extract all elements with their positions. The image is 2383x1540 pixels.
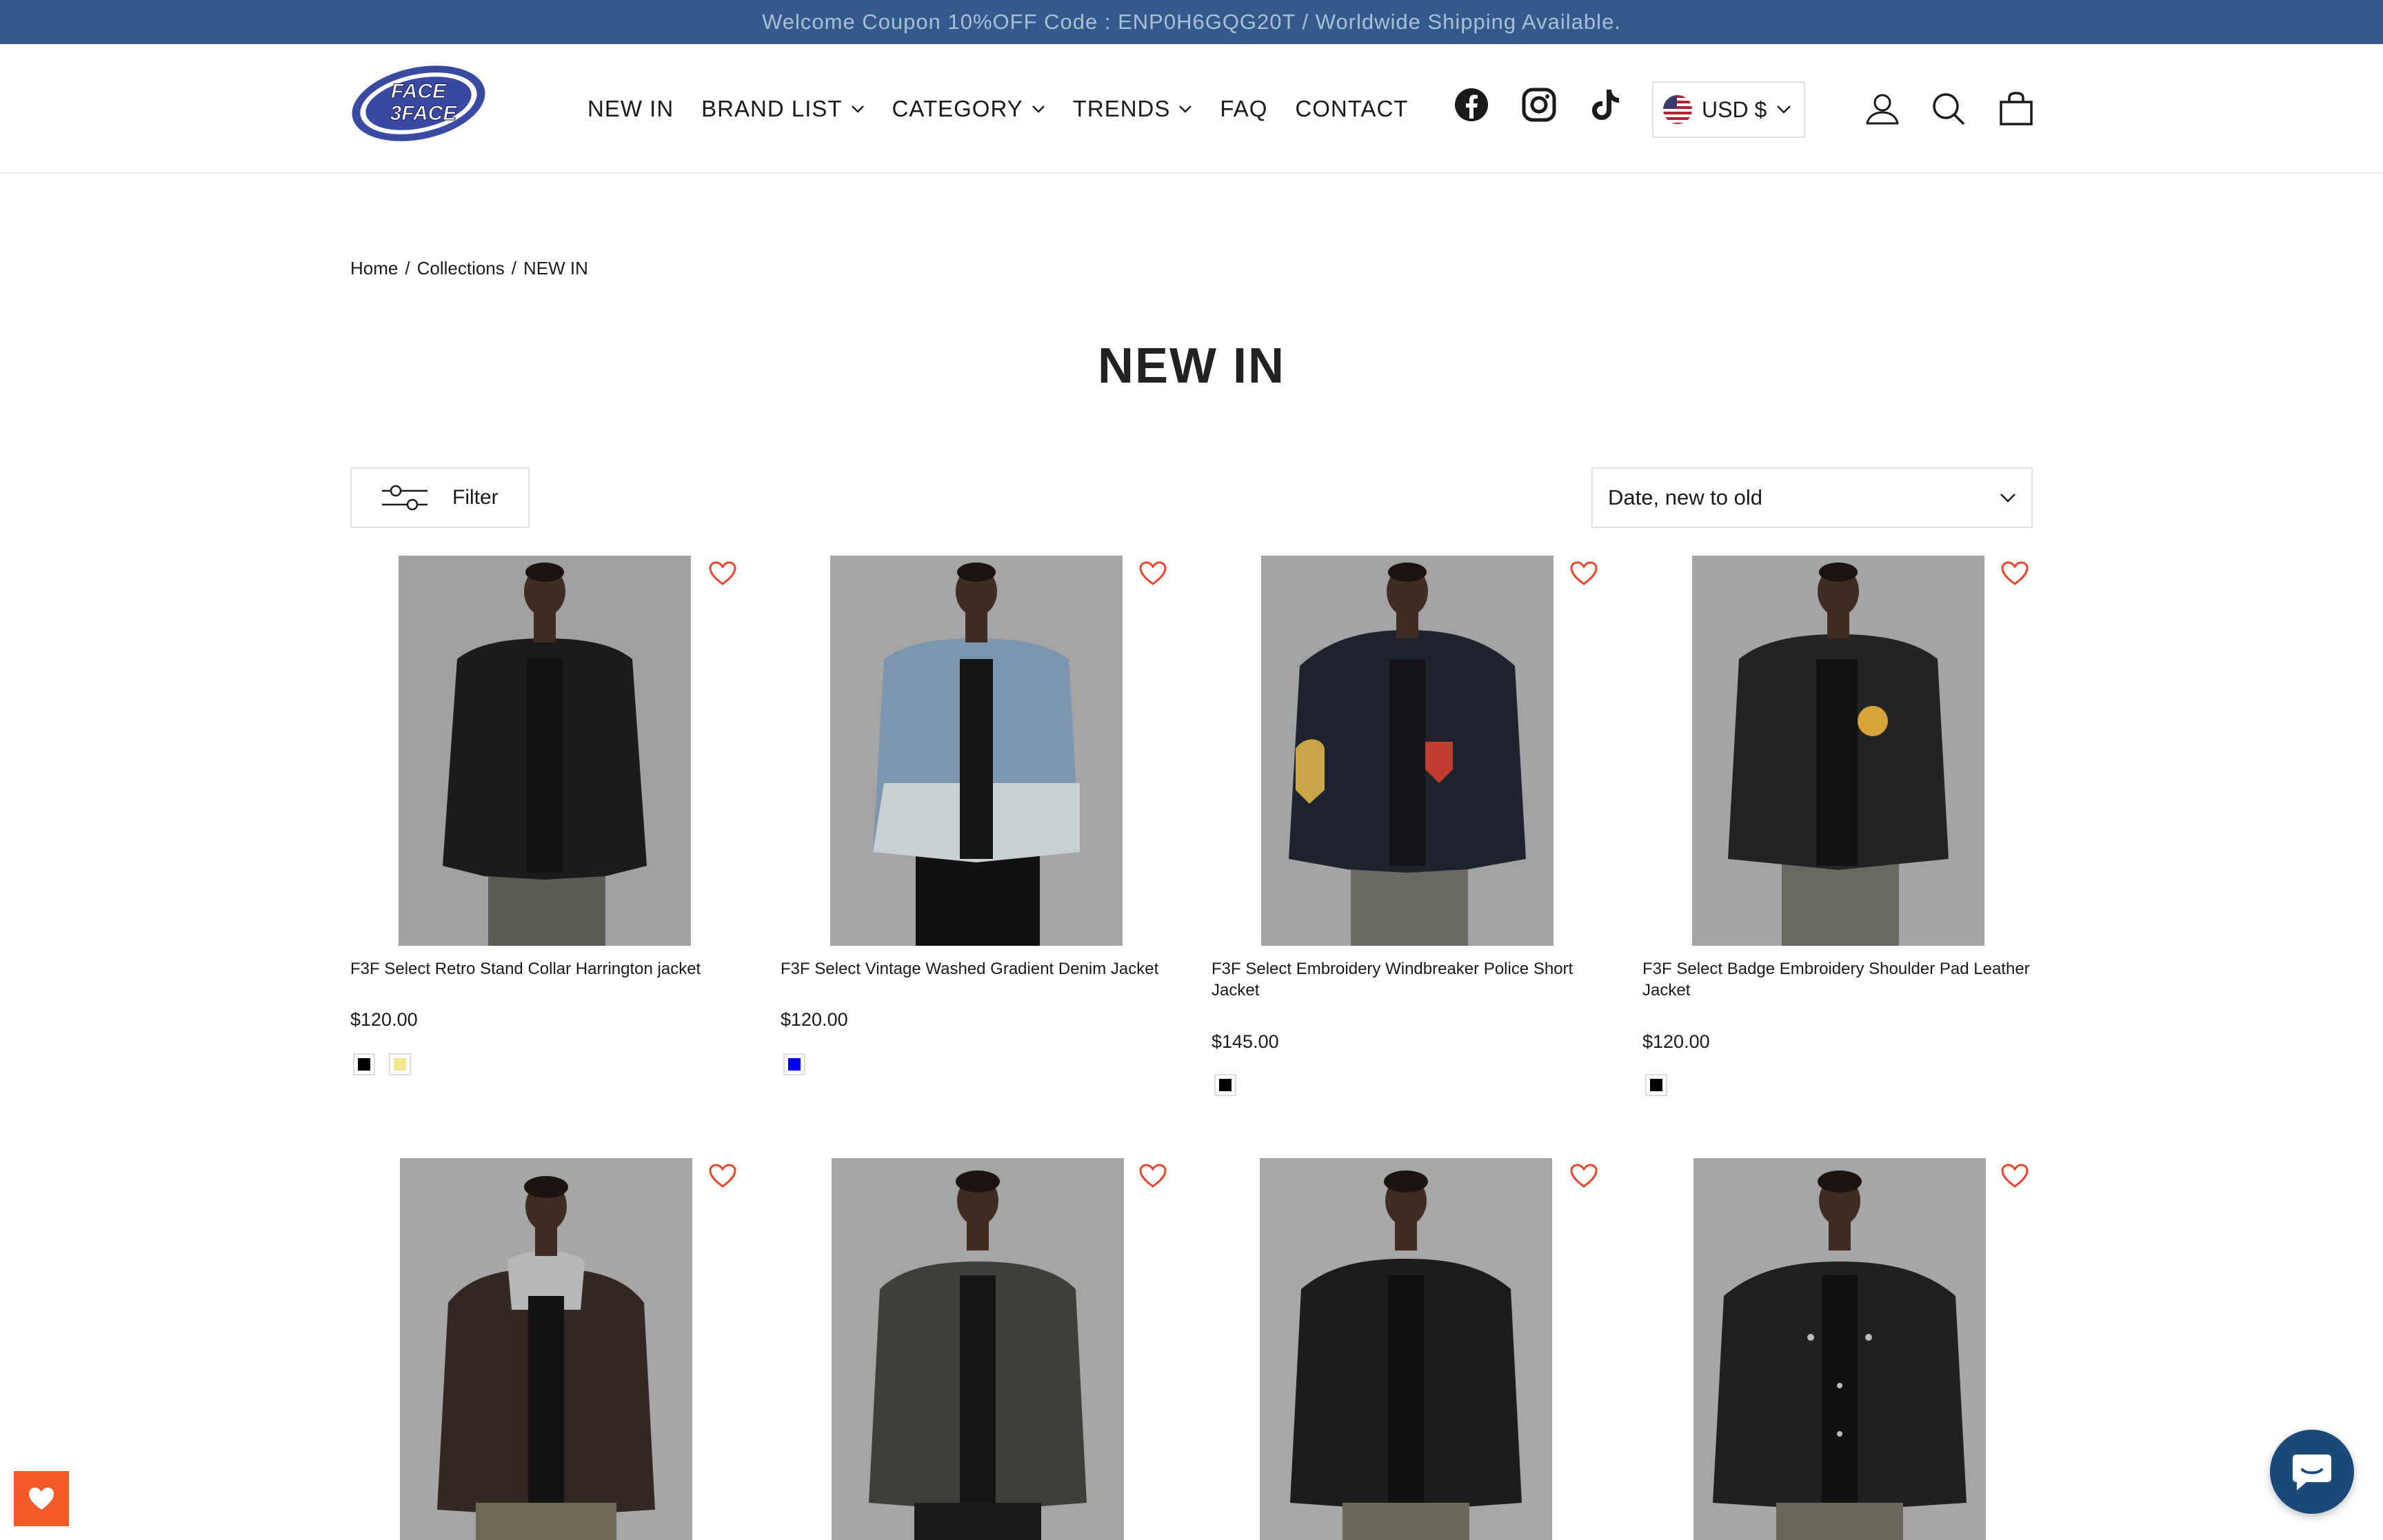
- chevron-down-icon: [1179, 105, 1192, 113]
- product-title[interactable]: F3F Select Vintage Washed Gradient Denim…: [781, 958, 1174, 980]
- product-price: $120.00: [350, 1009, 418, 1030]
- facebook-icon[interactable]: [1454, 87, 1489, 123]
- wishlist-heart-icon[interactable]: [709, 561, 736, 586]
- cart-icon[interactable]: [1998, 91, 2034, 127]
- nav-brand-list[interactable]: BRAND LIST: [701, 96, 864, 122]
- us-flag-icon: [1663, 95, 1692, 124]
- page-title: NEW IN: [1098, 338, 1285, 394]
- product-image[interactable]: [399, 556, 691, 946]
- color-swatches: [353, 1053, 411, 1075]
- svg-text:FACE: FACE: [391, 80, 447, 103]
- wishlist-heart-icon[interactable]: [2001, 1164, 2029, 1188]
- product-price: $145.00: [1211, 1031, 1279, 1052]
- product-title[interactable]: F3F Select Badge Embroidery Shoulder Pad…: [1642, 958, 2035, 1001]
- wishlist-heart-icon[interactable]: [1570, 561, 1598, 586]
- filter-sliders-icon: [382, 485, 428, 511]
- color-swatch[interactable]: [1645, 1074, 1667, 1096]
- product-title[interactable]: F3F Select Embroidery Windbreaker Police…: [1211, 958, 1605, 1001]
- sort-select[interactable]: Date, new to old: [1591, 467, 2033, 528]
- nav-category[interactable]: CATEGORY: [892, 96, 1045, 122]
- wishlist-heart-icon[interactable]: [709, 1164, 736, 1188]
- product-image[interactable]: [1693, 1158, 1986, 1540]
- color-swatches: [1214, 1074, 1236, 1096]
- product-price: $120.00: [781, 1009, 848, 1030]
- search-icon[interactable]: [1931, 91, 1967, 127]
- breadcrumb-separator: /: [405, 258, 410, 278]
- wishlist-heart-icon[interactable]: [1570, 1164, 1598, 1188]
- account-icon[interactable]: [1864, 91, 1900, 127]
- chevron-down-icon: [851, 105, 864, 113]
- breadcrumb-current: NEW IN: [523, 258, 588, 278]
- color-swatches: [783, 1053, 805, 1075]
- wishlist-heart-icon[interactable]: [1139, 561, 1167, 586]
- nav-new-in[interactable]: NEW IN: [587, 96, 674, 122]
- product-price: $120.00: [1642, 1031, 1710, 1052]
- instagram-icon[interactable]: [1521, 87, 1557, 123]
- color-swatches: [1645, 1074, 1667, 1096]
- announcement-text: Welcome Coupon 10%OFF Code : ENP0H6GQG20…: [762, 10, 1621, 34]
- main-nav: NEW IN BRAND LIST CATEGORY TRENDS FAQ CO…: [587, 44, 1408, 174]
- breadcrumb-separator: /: [511, 258, 516, 278]
- chat-bubble-icon: [2293, 1455, 2331, 1490]
- currency-label: USD $: [1702, 97, 1767, 122]
- sort-selected-value: Date, new to old: [1608, 485, 1763, 509]
- product-image[interactable]: [400, 1158, 692, 1540]
- announcement-bar: Welcome Coupon 10%OFF Code : ENP0H6GQG20…: [0, 0, 2383, 44]
- wishlist-launcher-button[interactable]: [14, 1471, 69, 1526]
- heart-icon: [29, 1488, 54, 1510]
- product-title[interactable]: F3F Select Retro Stand Collar Harrington…: [350, 958, 743, 980]
- product-image[interactable]: [1260, 1158, 1552, 1540]
- tiktok-icon[interactable]: [1587, 87, 1623, 123]
- product-image[interactable]: [832, 1158, 1124, 1540]
- currency-selector[interactable]: USD $: [1652, 81, 1805, 138]
- site-header: FACE 3FACE NEW IN BRAND LIST CATEGORY TR…: [0, 44, 2383, 174]
- color-swatch[interactable]: [389, 1053, 411, 1075]
- color-swatch[interactable]: [1214, 1074, 1236, 1096]
- color-swatch[interactable]: [783, 1053, 805, 1075]
- product-image[interactable]: [830, 556, 1123, 946]
- color-swatch[interactable]: [353, 1053, 375, 1075]
- breadcrumb-home[interactable]: Home: [350, 258, 398, 279]
- breadcrumb-collections[interactable]: Collections: [417, 258, 505, 279]
- nav-contact[interactable]: CONTACT: [1295, 96, 1408, 122]
- chat-launcher-button[interactable]: [2270, 1430, 2354, 1514]
- nav-faq[interactable]: FAQ: [1220, 96, 1267, 122]
- chevron-down-icon: [2000, 494, 2015, 503]
- chevron-down-icon: [1777, 105, 1791, 114]
- nav-trends[interactable]: TRENDS: [1073, 96, 1193, 122]
- wishlist-heart-icon[interactable]: [1139, 1164, 1167, 1188]
- filter-button[interactable]: Filter: [350, 467, 530, 528]
- wishlist-heart-icon[interactable]: [2001, 561, 2029, 586]
- face3face-logo[interactable]: FACE 3FACE: [348, 62, 490, 145]
- product-image[interactable]: [1261, 556, 1554, 946]
- product-image[interactable]: [1692, 556, 1984, 946]
- chevron-down-icon: [1032, 105, 1045, 113]
- filter-label: Filter: [452, 486, 499, 509]
- breadcrumb: Home / Collections / NEW IN: [350, 258, 588, 279]
- svg-text:3FACE: 3FACE: [390, 102, 458, 125]
